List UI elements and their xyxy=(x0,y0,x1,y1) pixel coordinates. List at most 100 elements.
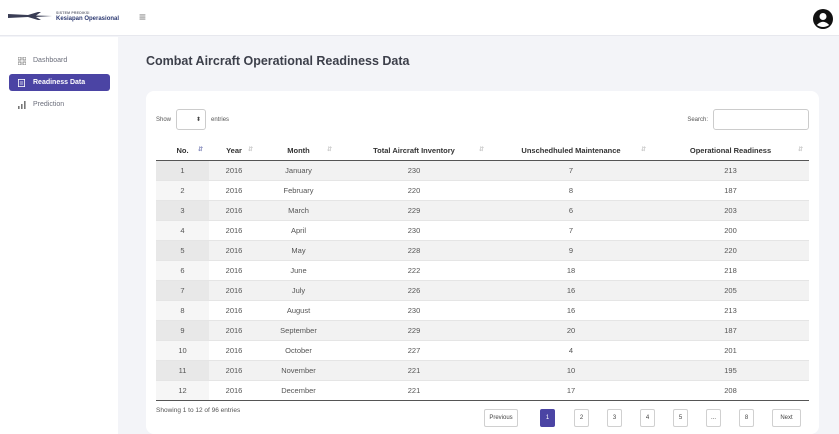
table-cell: 1 xyxy=(156,159,209,180)
table-cell: 221 xyxy=(338,359,490,380)
table-cell: 230 xyxy=(338,159,490,180)
table-cell: June xyxy=(259,259,338,280)
entries-label: entries xyxy=(211,116,230,123)
table-cell: 227 xyxy=(338,339,490,360)
table-cell: April xyxy=(259,219,338,240)
table-cell: 8 xyxy=(156,299,209,320)
table-body: 1 2016 January 230 7 213 2 2016 February 220 8 187 3… xyxy=(156,159,809,401)
sidebar-item-label: Dashboard xyxy=(33,57,68,64)
search-input[interactable] xyxy=(713,109,809,130)
sort-ascending-icon: ⇵ xyxy=(197,147,203,153)
table-cell: November xyxy=(259,359,338,380)
header-label: Month xyxy=(287,145,310,155)
table-cell: 230 xyxy=(338,299,490,320)
table-cell: 200 xyxy=(652,219,809,240)
table-row: 6 2016 June 222 18 218 xyxy=(156,259,809,280)
table-header-row: No. ⇵ Year ⇵ Month ⇵ Total Aircraft Inventory ⇵… xyxy=(156,141,809,161)
table-cell: July xyxy=(259,279,338,300)
page-button-1[interactable]: 1 xyxy=(540,409,555,427)
page-button-8[interactable]: 8 xyxy=(739,409,754,427)
table-cell: 203 xyxy=(652,199,809,220)
table-cell: 201 xyxy=(652,339,809,360)
table-cell: 5 xyxy=(156,239,209,260)
table-cell: 17 xyxy=(490,379,652,401)
table-cell: 229 xyxy=(338,319,490,340)
table-row: 8 2016 August 230 16 213 xyxy=(156,299,809,320)
table-cell: 4 xyxy=(490,339,652,360)
table-cell: 7 xyxy=(156,279,209,300)
table-row: 12 2016 December 221 17 208 xyxy=(156,379,809,401)
table-cell: 2016 xyxy=(209,179,259,200)
table-cell: 226 xyxy=(338,279,490,300)
header-label: Operational Readiness xyxy=(689,145,772,155)
table-cell: 205 xyxy=(652,279,809,300)
col-month-header[interactable]: Month ⇵ xyxy=(259,141,338,161)
page-button-5[interactable]: 5 xyxy=(673,409,688,427)
table-cell: 229 xyxy=(338,199,490,220)
readiness-table: No. ⇵ Year ⇵ Month ⇵ Total Aircraft Inventory ⇵… xyxy=(156,141,809,401)
table-search: Search: xyxy=(687,109,809,130)
table-row: 2 2016 February 220 8 187 xyxy=(156,179,809,200)
table-cell: March xyxy=(259,199,338,220)
col-inventory-header[interactable]: Total Aircraft Inventory ⇵ xyxy=(338,141,490,161)
table-cell: 10 xyxy=(156,339,209,360)
table-cell: 4 xyxy=(156,219,209,240)
logo-title: Kesiapan Operasional xyxy=(56,16,120,22)
next-page-button[interactable]: Next xyxy=(772,409,801,427)
menu-toggle-icon[interactable]: ≡ xyxy=(139,11,146,23)
table-cell: 10 xyxy=(490,359,652,380)
table-cell: 18 xyxy=(490,259,652,280)
table-row: 11 2016 November 221 10 195 xyxy=(156,359,809,380)
page-button-4[interactable]: 4 xyxy=(640,409,655,427)
table-cell: 208 xyxy=(652,379,809,401)
sidebar-item-prediction[interactable]: Prediction xyxy=(9,96,110,113)
table-cell: 7 xyxy=(490,159,652,180)
table-cell: 20 xyxy=(490,319,652,340)
table-row: 9 2016 September 229 20 187 xyxy=(156,319,809,340)
table-cell: 3 xyxy=(156,199,209,220)
top-bar: SISTEM PREDIKSI Kesiapan Operasional ≡ xyxy=(0,0,839,36)
table-cell: 220 xyxy=(652,239,809,260)
sidebar-item-readiness-data[interactable]: Readiness Data xyxy=(9,74,110,91)
header-label: No. xyxy=(176,145,189,155)
page-button-2[interactable]: 2 xyxy=(574,409,589,427)
table-cell: 221 xyxy=(338,379,490,401)
sidebar-item-dashboard[interactable]: Dashboard xyxy=(9,52,110,69)
header-label: Total Aircraft Inventory xyxy=(373,145,455,155)
page-button-3[interactable]: 3 xyxy=(607,409,622,427)
table-cell: 6 xyxy=(490,199,652,220)
table-cell: 195 xyxy=(652,359,809,380)
table-cell: 6 xyxy=(156,259,209,280)
entries-select[interactable]: ⬍ xyxy=(176,109,207,130)
app-logo[interactable]: SISTEM PREDIKSI Kesiapan Operasional xyxy=(8,10,119,22)
sort-icon: ⇵ xyxy=(797,147,803,153)
col-readiness-header[interactable]: Operational Readiness ⇵ xyxy=(652,141,809,161)
sidebar-item-label: Readiness Data xyxy=(33,79,86,86)
header-label: Unschedhuled Maintenance xyxy=(521,145,621,155)
user-account-icon[interactable] xyxy=(813,9,833,29)
table-row: 3 2016 March 229 6 203 xyxy=(156,199,809,220)
table-cell: 2016 xyxy=(209,259,259,280)
table-info: Showing 1 to 12 of 96 entries xyxy=(156,407,241,414)
select-arrows-icon: ⬍ xyxy=(195,117,202,123)
table-cell: 222 xyxy=(338,259,490,280)
table-cell: February xyxy=(259,179,338,200)
table-row: 4 2016 April 230 7 200 xyxy=(156,219,809,240)
bar-chart-icon xyxy=(17,100,26,109)
col-year-header[interactable]: Year ⇵ xyxy=(209,141,259,161)
table-cell: 7 xyxy=(490,219,652,240)
jet-logo-icon xyxy=(8,12,52,20)
table-cell: December xyxy=(259,379,338,401)
table-cell: 2016 xyxy=(209,279,259,300)
table-cell: 8 xyxy=(490,179,652,200)
sort-icon: ⇵ xyxy=(326,147,332,153)
table-cell: 9 xyxy=(156,319,209,340)
col-no-header[interactable]: No. ⇵ xyxy=(156,141,209,161)
data-table-card: Show ⬍ entries Search: No. ⇵ Year ⇵ Month ⇵ To… xyxy=(146,91,819,434)
document-icon xyxy=(17,78,26,87)
previous-page-button[interactable]: Previous xyxy=(484,409,518,427)
table-row: 5 2016 May 228 9 220 xyxy=(156,239,809,260)
table-cell: August xyxy=(259,299,338,320)
col-maintenance-header[interactable]: Unschedhuled Maintenance ⇵ xyxy=(490,141,652,161)
table-cell: 2016 xyxy=(209,319,259,340)
